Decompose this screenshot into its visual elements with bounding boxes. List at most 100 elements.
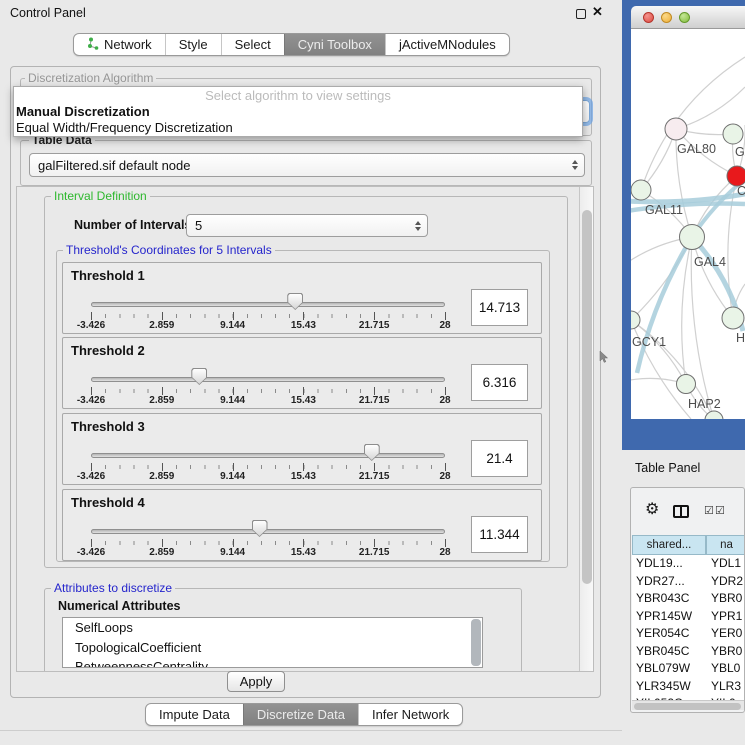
slider-scale-label: 15.43 xyxy=(291,395,316,406)
columns-icon[interactable] xyxy=(673,505,689,518)
table-rows: YDL19...YDL1YDR27...YDR2YBR043CYBR0YPR14… xyxy=(632,555,745,700)
attribute-item-betweennesscentrality[interactable]: BetweennessCentrality xyxy=(63,657,482,668)
table-header-name[interactable]: na xyxy=(706,535,745,555)
network-node-gal11[interactable] xyxy=(631,180,651,200)
slider-scale-label: 28 xyxy=(439,320,450,331)
tab-impute-data[interactable]: Impute Data xyxy=(146,704,243,725)
slider-scale-label: 15.43 xyxy=(291,547,316,558)
tab-cyni-toolbox[interactable]: Cyni Toolbox xyxy=(284,34,385,55)
network-node-label: GCY1 xyxy=(632,335,666,349)
tab-select[interactable]: Select xyxy=(221,34,284,55)
tab-jactivemnodules[interactable]: jActiveMNodules xyxy=(385,34,509,55)
slider-thumb[interactable] xyxy=(252,520,268,537)
network-window-titlebar[interactable] xyxy=(631,6,745,29)
tab-style[interactable]: Style xyxy=(165,34,221,55)
settings-scrollbar-thumb[interactable] xyxy=(582,210,592,584)
control-panel-bottom-edge xyxy=(0,730,622,731)
table-row[interactable]: YPR145WYPR1 xyxy=(632,608,745,626)
attributes-group-title: Attributes to discretize xyxy=(51,581,175,595)
cell-shared-name: YBR043C xyxy=(636,591,706,605)
slider-scale-label: 2.859 xyxy=(149,320,174,331)
discretization-algorithm-group-title: Discretization Algorithm xyxy=(25,71,156,85)
attributes-list-scrollbar[interactable] xyxy=(471,619,481,666)
algorithm-option-manual-discretization[interactable]: Manual Discretization xyxy=(14,104,582,120)
tab-label: Infer Network xyxy=(372,707,449,722)
algorithm-option-equal-width-frequency-discretization[interactable]: Equal Width/Frequency Discretization xyxy=(14,120,582,136)
network-node-label: HAP2 xyxy=(688,397,721,411)
slider-thumb[interactable] xyxy=(191,368,207,385)
network-node-ga[interactable] xyxy=(723,124,743,144)
cell-shared-name: YLR345W xyxy=(636,679,706,693)
threshold-value-field[interactable]: 11.344 xyxy=(471,516,528,553)
table-row[interactable]: YLR345W YLR3 xyxy=(632,678,745,696)
close-traffic-light-icon[interactable] xyxy=(643,12,654,23)
tab-infer-network[interactable]: Infer Network xyxy=(358,704,462,725)
threshold-value-field[interactable]: 14.713 xyxy=(471,289,528,326)
interval-definition-title: Interval Definition xyxy=(51,189,150,203)
tab-label: Select xyxy=(235,37,271,52)
select-all-checkbox-icon[interactable]: ☑ xyxy=(704,505,714,517)
numerical-attributes-list[interactable]: SelfLoopsTopologicalCoefficientBetweenne… xyxy=(62,617,483,668)
network-canvas[interactable]: GAL80GACGAL11GAL4HGCY1HAP2 xyxy=(631,29,745,419)
float-window-icon[interactable] xyxy=(576,9,586,19)
table-panel-title: Table Panel xyxy=(635,461,700,475)
cell-name: YPR1 xyxy=(711,609,745,623)
number-of-intervals-combobox[interactable]: 5 xyxy=(186,214,428,237)
slider-scale-label: 21.715 xyxy=(359,395,390,406)
table-row[interactable]: YDR27...YDR2 xyxy=(632,573,745,591)
tab-discretize-data[interactable]: Discretize Data xyxy=(243,704,358,725)
cell-shared-name: YBR045C xyxy=(636,644,706,658)
threshold-label: Threshold 3 xyxy=(71,419,145,434)
minimize-traffic-light-icon[interactable] xyxy=(661,12,672,23)
slider-scale-label: 21.715 xyxy=(359,547,390,558)
network-node-gal4[interactable] xyxy=(680,225,705,250)
cell-name: YLR3 xyxy=(711,679,745,693)
table-header-shared-name[interactable]: shared... xyxy=(632,535,706,555)
cell-shared-name: YDL19... xyxy=(636,556,706,570)
table-row[interactable]: YBR045CYBR0 xyxy=(632,643,745,661)
slider-thumb[interactable] xyxy=(287,293,303,310)
network-node[interactable] xyxy=(705,411,723,419)
network-node-label: H xyxy=(736,331,745,345)
slider-track[interactable] xyxy=(91,302,445,307)
tab-network[interactable]: Network xyxy=(74,34,165,55)
threshold-label: Threshold 2 xyxy=(71,343,145,358)
settings-scrollbar-track[interactable] xyxy=(579,187,593,671)
gear-icon[interactable]: ⚙ xyxy=(645,502,659,518)
threshold-value-field[interactable]: 6.316 xyxy=(471,364,528,401)
slider-track[interactable] xyxy=(91,529,445,534)
slider-track[interactable] xyxy=(91,453,445,458)
tab-label: jActiveMNodules xyxy=(399,37,496,52)
close-icon[interactable]: ✕ xyxy=(592,4,603,20)
network-node-hap2[interactable] xyxy=(677,375,696,394)
slider-scale-label: 15.43 xyxy=(291,471,316,482)
network-node-c[interactable] xyxy=(727,166,745,186)
network-node-h[interactable] xyxy=(722,307,744,329)
slider-scale-label: 21.715 xyxy=(359,471,390,482)
slider-scale-label: -3.426 xyxy=(77,320,105,331)
table-hscrollbar-thumb[interactable] xyxy=(634,703,741,710)
attribute-item-selfloops[interactable]: SelfLoops xyxy=(63,618,482,638)
slider-scale-label: 28 xyxy=(439,471,450,482)
control-panel-titlebar: Control Panel ✕ xyxy=(0,0,622,26)
select-none-checkbox-icon[interactable]: ☑ xyxy=(715,505,725,517)
slider-track[interactable] xyxy=(91,377,445,382)
number-of-intervals-value: 5 xyxy=(195,218,202,233)
attribute-item-topologicalcoefficient[interactable]: TopologicalCoefficient xyxy=(63,638,482,658)
apply-button[interactable]: Apply xyxy=(227,671,285,692)
table-data-combobox[interactable]: galFiltered.sif default node xyxy=(29,153,585,177)
table-row[interactable]: YER054CYER0 xyxy=(632,625,745,643)
slider-scale-label: 9.144 xyxy=(220,547,245,558)
table-panel: ⚙ ☑ ☑ shared...na YDL19...YDL1YDR27...YD… xyxy=(630,487,745,713)
network-node-gal80[interactable] xyxy=(665,118,687,140)
table-hscrollbar-track[interactable] xyxy=(632,700,745,710)
slider-thumb[interactable] xyxy=(364,444,380,461)
threshold-value-field[interactable]: 21.4 xyxy=(471,440,528,477)
table-row[interactable]: YBL079WYBL0 xyxy=(632,660,745,678)
zoom-traffic-light-icon[interactable] xyxy=(679,12,690,23)
algorithm-placeholder-option[interactable]: Select algorithm to view settings xyxy=(14,87,582,104)
table-row[interactable]: YBR043CYBR0 xyxy=(632,590,745,608)
threshold-panel-1: Threshold 1-3.4262.8599.14415.4321.71528… xyxy=(62,262,542,334)
slider-scale-label: 9.144 xyxy=(220,320,245,331)
table-row[interactable]: YDL19...YDL1 xyxy=(632,555,745,573)
